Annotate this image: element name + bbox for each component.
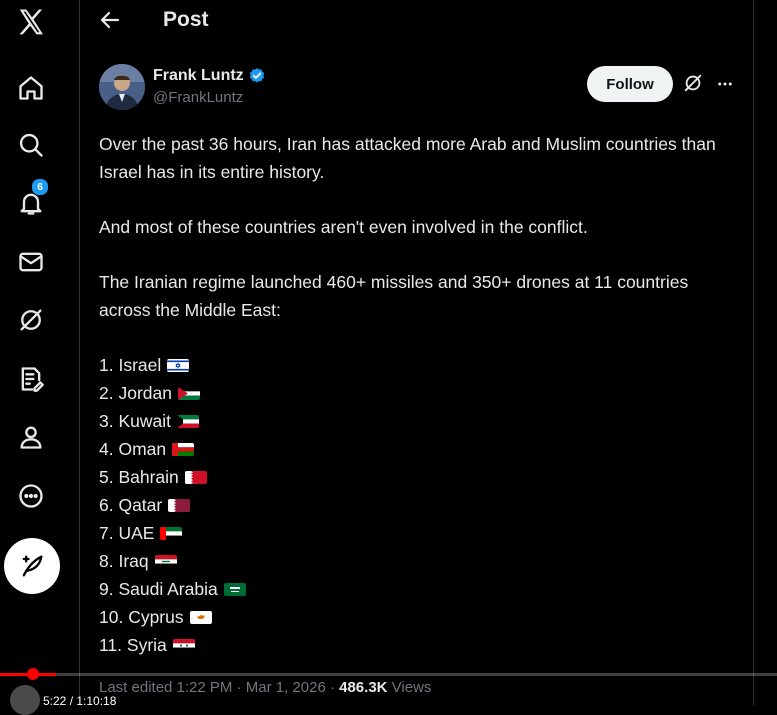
post-paragraph: And most of these countries aren't even … — [99, 217, 588, 237]
list-item: 6. Qatar — [99, 491, 246, 519]
author-name: Frank Luntz — [153, 67, 244, 84]
post-paragraph: Over the past 36 hours, Iran has attacke… — [99, 134, 716, 182]
list-item: 1. Israel — [99, 351, 246, 379]
list-item-label: 7. UAE — [99, 523, 155, 543]
verified-badge-icon — [249, 68, 264, 83]
israel-flag-icon — [167, 358, 190, 372]
notifications-icon[interactable]: 6 — [14, 178, 49, 220]
follow-button[interactable]: Follow — [587, 66, 673, 102]
list-item-label: 10. Cyprus — [99, 607, 184, 627]
video-scrubber-handle[interactable] — [27, 668, 39, 680]
list-item-label: 4. Oman — [99, 439, 167, 459]
grok-explain-icon[interactable] — [682, 72, 706, 96]
country-list: 1. Israel 2. Jordan 3. Kuwait 4. Oman 5.… — [99, 351, 246, 659]
qatar-flag-icon — [168, 498, 191, 512]
search-icon[interactable] — [14, 128, 48, 162]
lists-icon[interactable] — [14, 362, 48, 396]
list-item: 2. Jordan — [99, 379, 246, 407]
oman-flag-icon — [172, 442, 195, 456]
list-item: 11. Syria — [99, 631, 246, 659]
more-options-icon[interactable] — [713, 72, 737, 96]
sidebar: 6 — [0, 0, 62, 705]
arrow-left-icon — [100, 11, 120, 29]
home-icon[interactable] — [14, 71, 48, 105]
list-item: 4. Oman — [99, 435, 246, 463]
page-title: Post — [163, 8, 209, 31]
post-meta: Last edited 1:22 PM · Mar 1, 2026 · 486.… — [99, 679, 431, 696]
list-item-label: 6. Qatar — [99, 495, 163, 515]
list-item-label: 8. Iraq — [99, 551, 149, 571]
post-text: Over the past 36 hours, Iran has attacke… — [99, 130, 739, 324]
author-avatar[interactable] — [99, 64, 145, 110]
list-item: 9. Saudi Arabia — [99, 575, 246, 603]
cyprus-flag-icon — [189, 610, 212, 624]
saudi-arabia-flag-icon — [223, 582, 246, 596]
list-item: 3. Kuwait — [99, 407, 246, 435]
feather-plus-icon — [22, 555, 43, 577]
messages-icon[interactable] — [14, 245, 48, 279]
column-divider-right — [753, 0, 754, 705]
list-item: 8. Iraq — [99, 547, 246, 575]
jordan-flag-icon — [177, 386, 200, 400]
bahrain-flag-icon — [184, 470, 207, 484]
list-item-label: 5. Bahrain — [99, 467, 179, 487]
video-progress-track[interactable] — [56, 673, 777, 676]
views-count: 486.3K — [339, 679, 388, 696]
compose-post-button[interactable] — [4, 538, 60, 594]
list-item: 10. Cyprus — [99, 603, 246, 631]
x-logo-icon[interactable] — [14, 5, 48, 39]
notifications-badge: 6 — [31, 178, 49, 196]
list-item-label: 11. Syria — [99, 635, 167, 655]
list-item: 7. UAE — [99, 519, 246, 547]
views-label: Views — [387, 679, 432, 696]
back-button[interactable] — [98, 8, 124, 34]
post-header: Post — [80, 0, 753, 42]
profile-icon[interactable] — [14, 420, 48, 454]
more-circle-icon[interactable] — [14, 479, 48, 513]
kuwait-flag-icon — [176, 414, 199, 428]
author-info: Frank Luntz @FrankLuntz — [153, 67, 266, 106]
author-handle[interactable]: @FrankLuntz — [153, 89, 266, 106]
column-divider-left — [79, 0, 80, 705]
list-item-label: 2. Jordan — [99, 383, 172, 403]
video-timecode: 5:22 / 1:10:18 — [43, 694, 117, 708]
post-paragraph: The Iranian regime launched 460+ missile… — [99, 272, 689, 320]
syria-flag-icon — [172, 638, 195, 652]
channel-avatar[interactable] — [10, 685, 40, 715]
iraq-flag-icon — [154, 554, 177, 568]
post-timestamp[interactable]: Last edited 1:22 PM · Mar 1, 2026 · — [99, 679, 339, 696]
list-item-label: 3. Kuwait — [99, 411, 171, 431]
list-item-label: 1. Israel — [99, 355, 162, 375]
author-name-link[interactable]: Frank Luntz — [153, 67, 266, 85]
grok-icon[interactable] — [14, 303, 48, 337]
list-item: 5. Bahrain — [99, 463, 246, 491]
list-item-label: 9. Saudi Arabia — [99, 579, 218, 599]
uae-flag-icon — [160, 526, 183, 540]
